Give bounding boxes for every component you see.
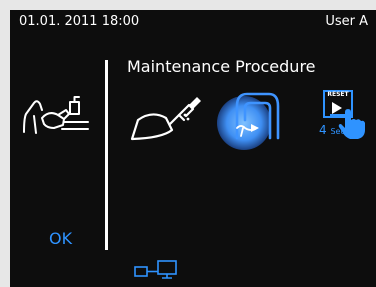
handpiece-holder-icon[interactable]	[20, 88, 92, 140]
network-connection-icon[interactable]	[134, 260, 182, 280]
hold-duration-unit: Sec.	[330, 127, 348, 136]
vertical-divider	[105, 60, 108, 250]
ok-button[interactable]: OK	[49, 229, 72, 248]
suction-hose-icon[interactable]	[223, 88, 285, 144]
datetime-display: 01.01. 2011 18:00	[19, 14, 140, 29]
hold-duration-number: 4	[319, 123, 327, 137]
reset-hold-icon[interactable]: RESET 4 Sec.	[319, 90, 367, 142]
hold-duration-label: 4 Sec.	[319, 123, 347, 137]
status-bar: 01.01. 2011 18:00 User A	[10, 10, 376, 34]
reset-label: RESET	[327, 91, 349, 98]
page-title: Maintenance Procedure	[127, 57, 316, 76]
user-name[interactable]: User A	[325, 14, 368, 29]
device-screen: 01.01. 2011 18:00 User A Maintenance Pro…	[10, 10, 376, 287]
handpiece-spray-icon[interactable]	[130, 88, 202, 146]
